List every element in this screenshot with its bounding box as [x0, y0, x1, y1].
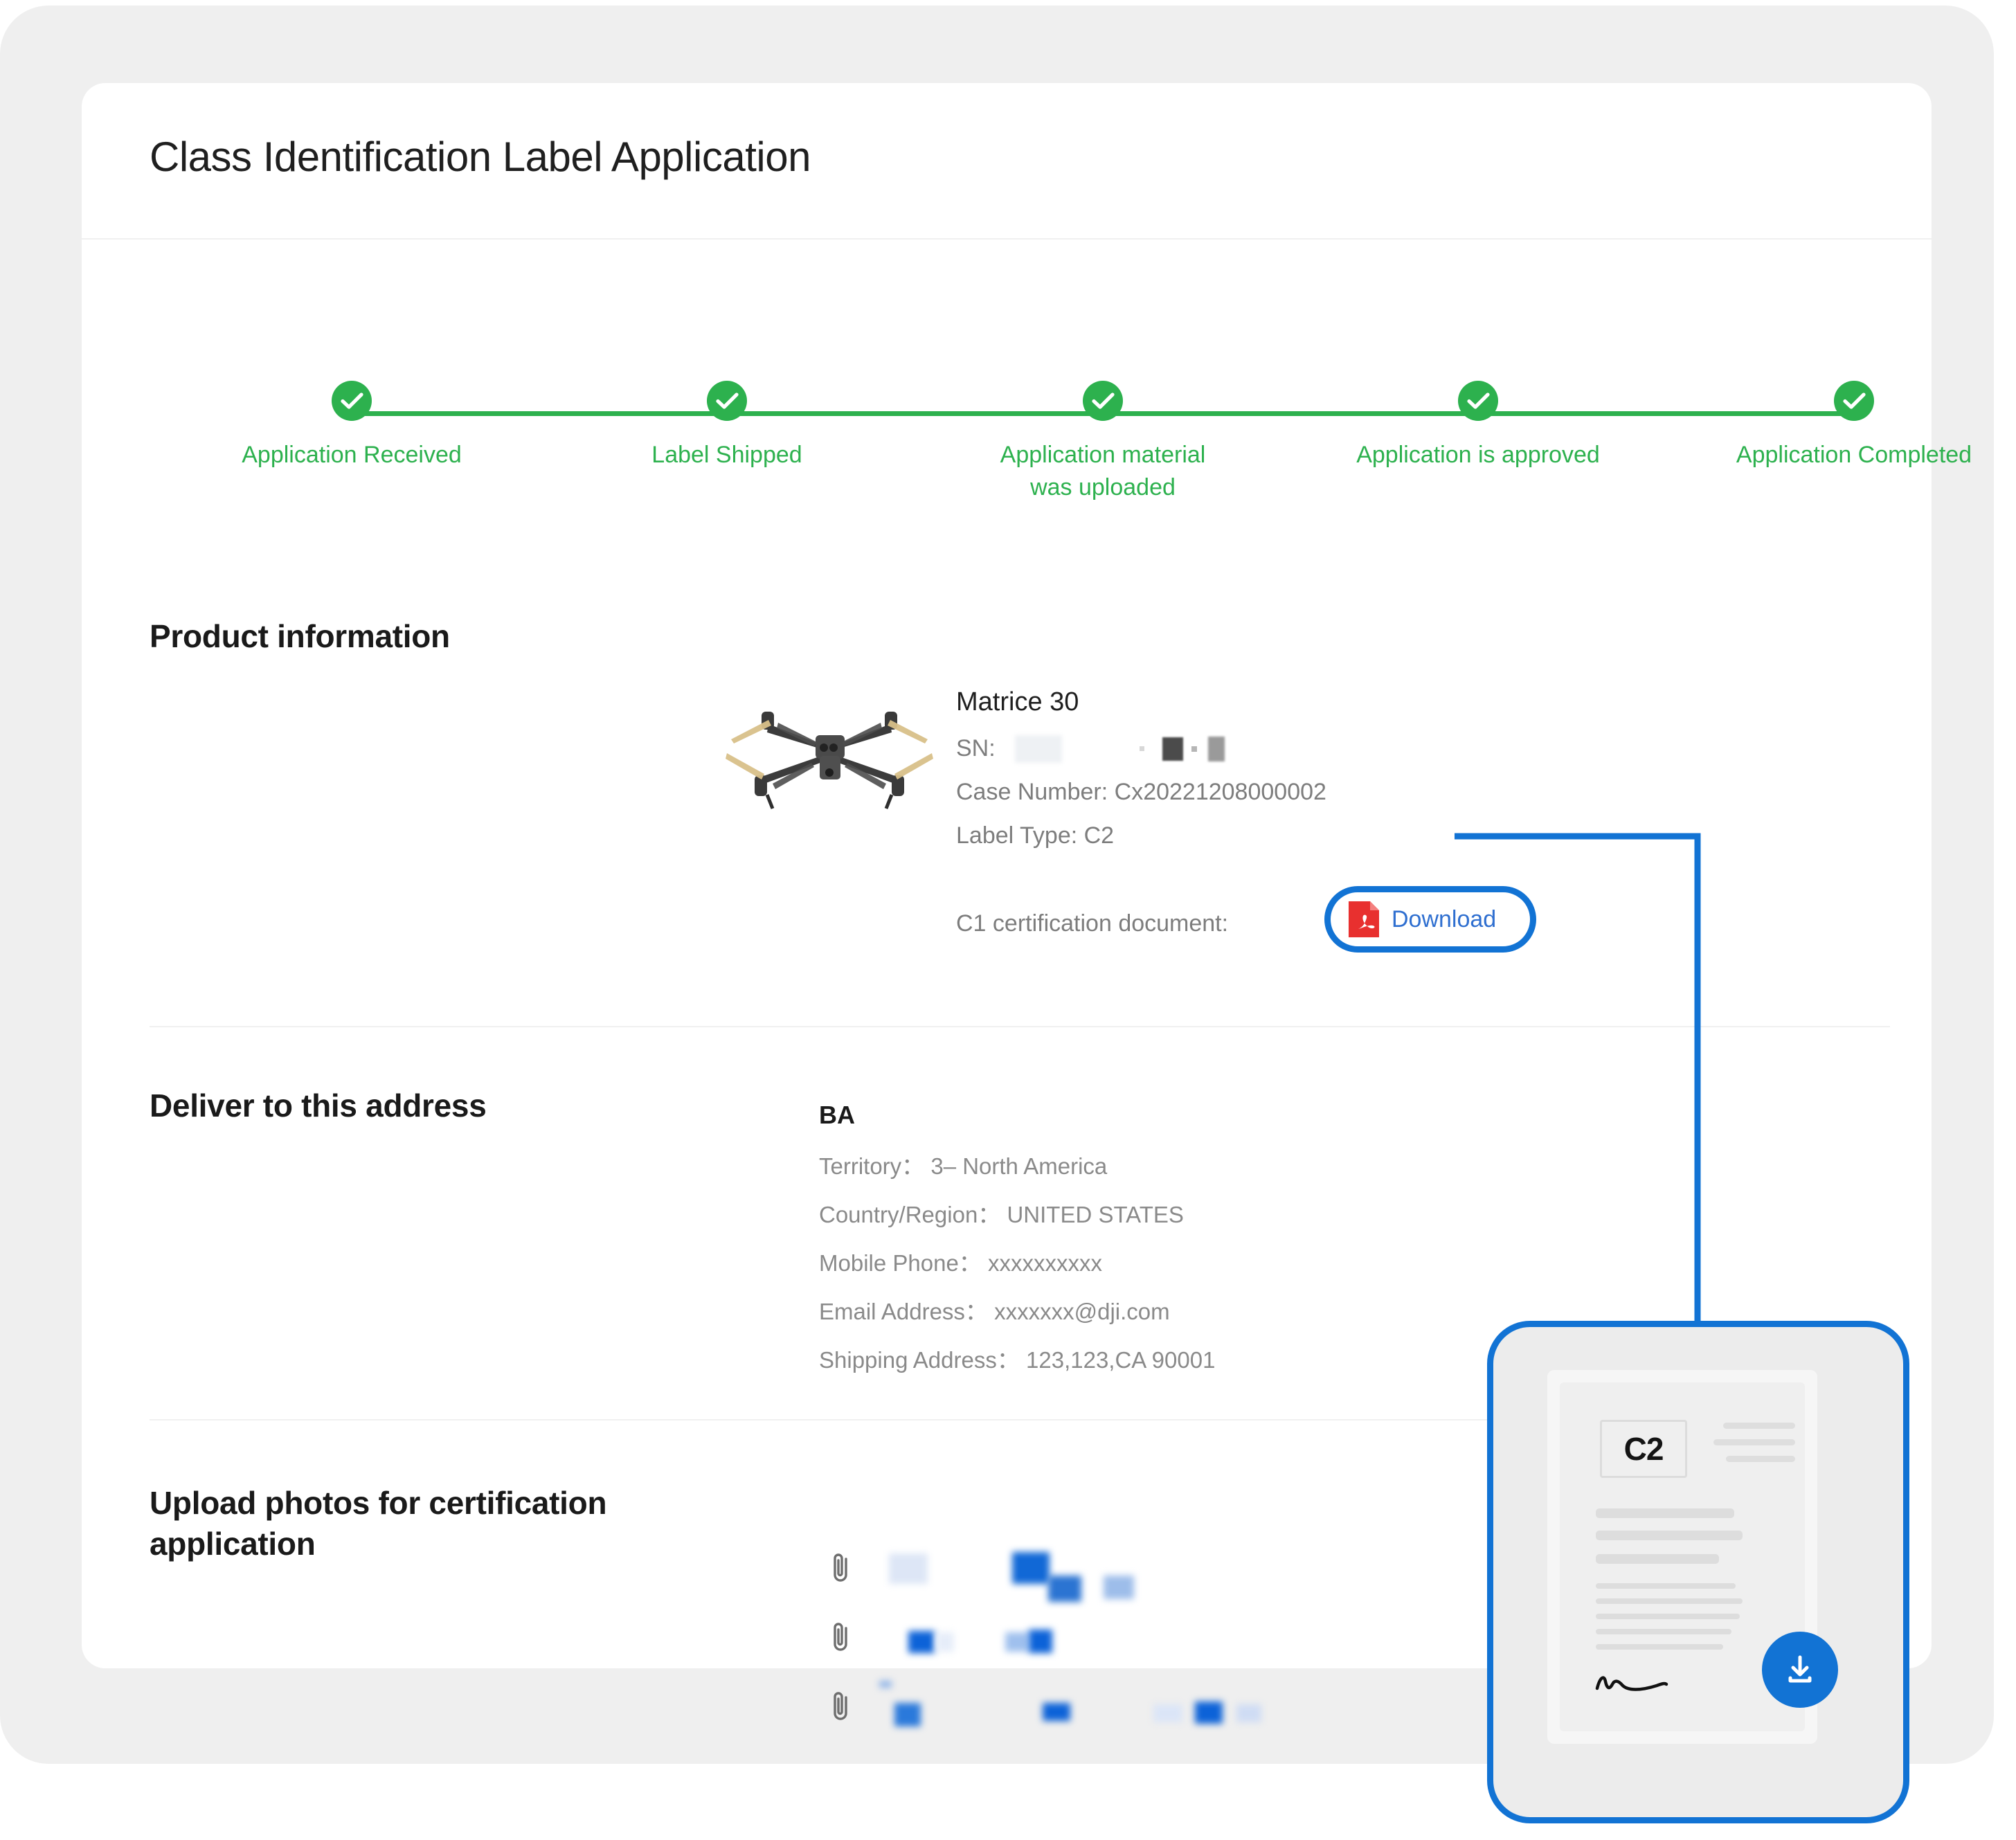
cert-document-row: C1 certification document:: [956, 910, 1228, 937]
step-application-received[interactable]: Application Received: [213, 381, 490, 471]
doc-header-line: [1713, 1439, 1795, 1445]
check-icon: [1834, 381, 1874, 421]
product-detail-list: Matrice 30 SN: Case Number: Cx2022120800…: [956, 687, 1648, 866]
cert-document-label: C1 certification document:: [956, 910, 1229, 937]
step-material-uploaded[interactable]: Application material was uploaded: [964, 381, 1241, 504]
page-root: Class Identification Label Application A…: [0, 0, 2016, 1840]
doc-header-line: [1726, 1456, 1795, 1462]
doc-body-line: [1596, 1554, 1719, 1564]
sn-value-redacted: [996, 734, 1225, 763]
check-icon: [1458, 381, 1498, 421]
step-label: Label Shipped: [651, 442, 802, 468]
product-name: Matrice 30: [956, 687, 1079, 716]
serial-number-row: SN:: [956, 734, 1648, 763]
list-item[interactable]: [829, 1672, 1382, 1741]
paperclip-icon: [834, 1692, 847, 1720]
download-link[interactable]: Download: [1392, 906, 1496, 933]
step-label: Application Completed: [1736, 442, 1972, 468]
signature-mark: [1595, 1676, 1668, 1691]
download-arrow-icon[interactable]: [1762, 1632, 1838, 1708]
certification-document-callout[interactable]: C2: [1487, 1321, 1909, 1823]
progress-stepper: Application Received Label Shipped Appli…: [213, 381, 1972, 540]
step-label-shipped[interactable]: Label Shipped: [588, 381, 865, 471]
paperclip-icon: [834, 1623, 847, 1651]
attachment-list: [829, 1533, 1382, 1741]
attachment-filename: [879, 1681, 1382, 1726]
download-highlight-pill[interactable]: Download: [1324, 886, 1536, 953]
doc-body-line: [1596, 1598, 1743, 1604]
doc-body-line: [1596, 1614, 1740, 1619]
product-information-heading: Product information: [150, 618, 450, 654]
address-country: Country/Region： UNITED STATES: [819, 1202, 1184, 1227]
doc-body-line: [1596, 1629, 1731, 1634]
check-icon: [1083, 381, 1123, 421]
doc-body-line: [1596, 1583, 1736, 1589]
address-shipping: Shipping Address： 123,123,CA 90001: [819, 1347, 1216, 1373]
c2-class-badge: C2: [1600, 1420, 1687, 1478]
upload-photos-heading: Upload photos for certification applicat…: [150, 1485, 607, 1562]
page-title: Class Identification Label Application: [150, 134, 811, 180]
step-label: Application is approved: [1356, 442, 1600, 468]
deliver-address-heading: Deliver to this address: [150, 1088, 487, 1124]
address-details: BA Territory： 3– North America Country/R…: [819, 1101, 1215, 1390]
step-label: Application Received: [242, 442, 462, 468]
list-item[interactable]: [829, 1603, 1382, 1672]
recipient-name: BA: [819, 1101, 855, 1129]
check-icon: [332, 381, 372, 421]
paperclip-icon: [834, 1553, 847, 1582]
label-type-row: Label Type: C2: [956, 822, 1115, 849]
address-territory: Territory： 3– North America: [819, 1153, 1108, 1179]
pdf-file-icon: [1349, 901, 1379, 937]
card-header: Class Identification Label Application: [82, 83, 1932, 240]
doc-header-line: [1723, 1423, 1795, 1429]
step-application-approved[interactable]: Application is approved: [1340, 381, 1617, 471]
doc-body-line: [1596, 1508, 1734, 1518]
drone-product-image: [726, 712, 933, 809]
address-mobile-phone: Mobile Phone： xxxxxxxxxx: [819, 1250, 1102, 1276]
divider-product-address: [150, 1026, 1890, 1027]
doc-body-line: [1596, 1531, 1743, 1540]
address-email: Email Address： xxxxxxx@dji.com: [819, 1299, 1170, 1324]
attachment-filename: [883, 1552, 1382, 1602]
attachment-filename: [883, 1621, 1382, 1653]
doc-body-line: [1596, 1644, 1723, 1650]
step-label: Application material was uploaded: [1000, 442, 1206, 500]
check-icon: [707, 381, 747, 421]
sn-label: SN:: [956, 735, 996, 761]
list-item[interactable]: [829, 1533, 1382, 1603]
case-number-row: Case Number: Cx20221208000002: [956, 779, 1326, 805]
step-application-completed[interactable]: Application Completed: [1716, 381, 1992, 471]
